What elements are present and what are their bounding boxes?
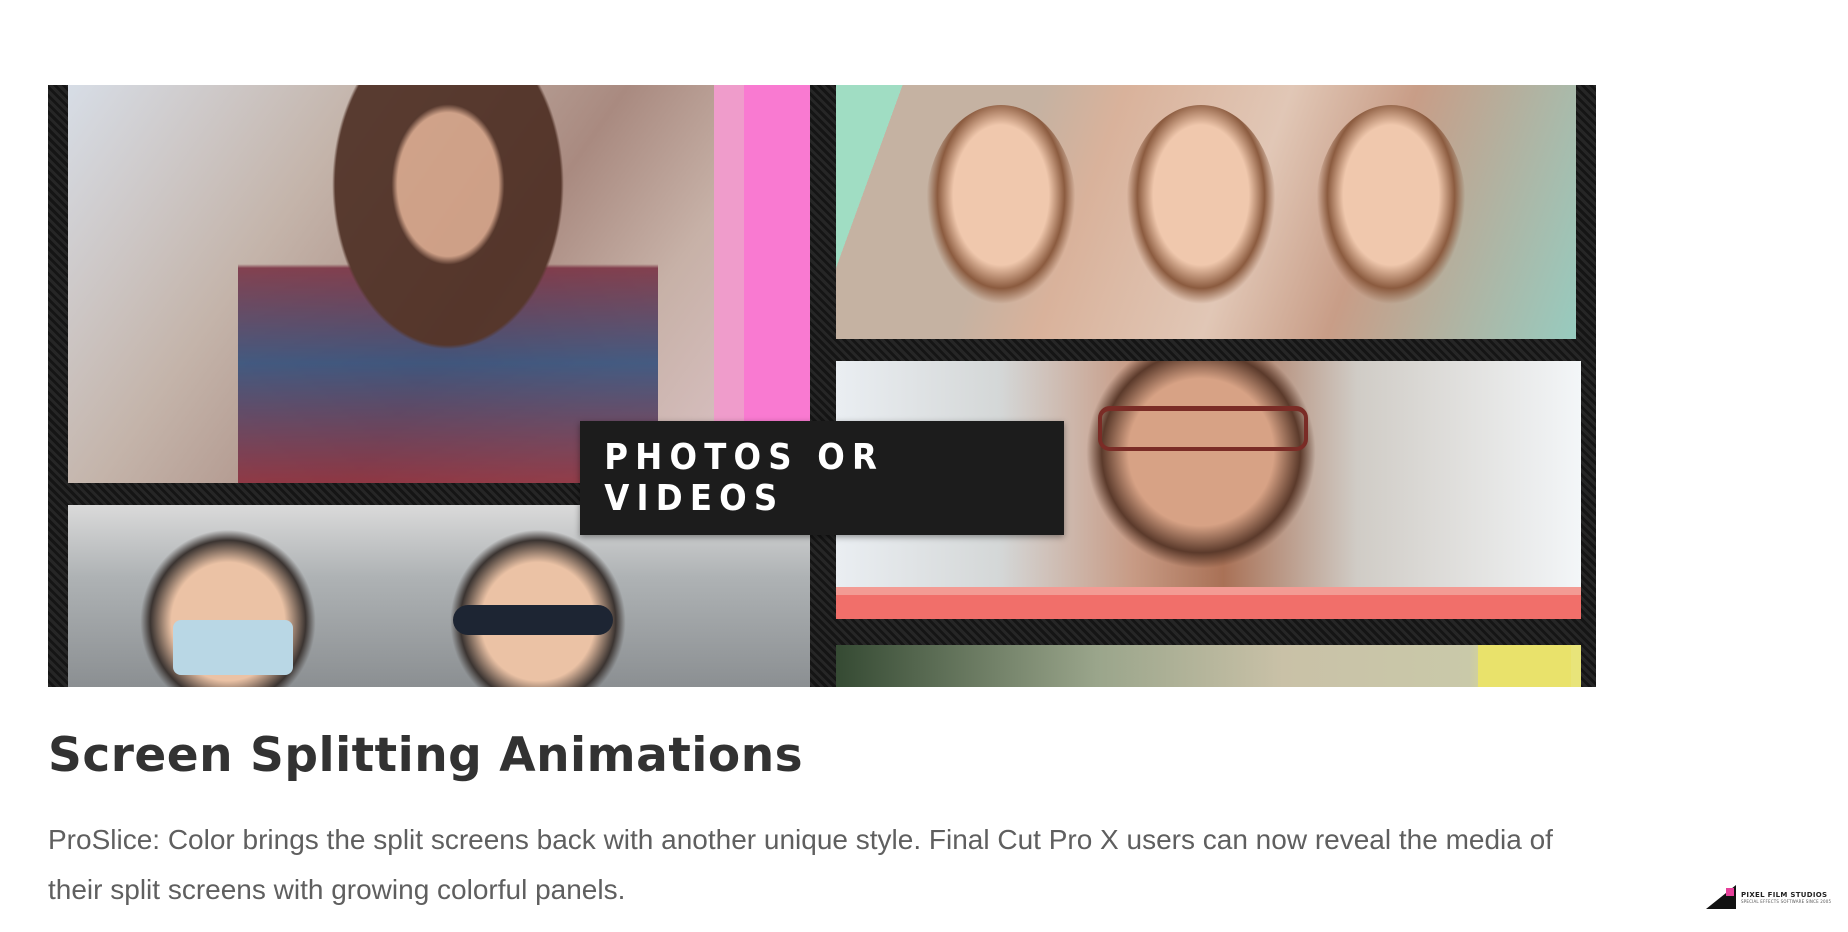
section-description: ProSlice: Color brings the split screens… — [48, 824, 1553, 905]
glasses — [1098, 406, 1308, 451]
logo-text: PIXEL FILM STUDIOS SPECIAL EFFECTS SOFTW… — [1741, 891, 1831, 904]
hero-preview-image: PHOTOS OR VIDEOS — [48, 85, 1596, 687]
photo-panel-three-women — [836, 85, 1576, 339]
film-logo-icon — [1706, 885, 1736, 909]
brand-name: PIXEL FILM STUDIOS — [1741, 890, 1828, 899]
coral-color-panel — [836, 595, 1581, 619]
sunglasses — [453, 605, 613, 635]
phone — [173, 620, 293, 675]
face — [1126, 105, 1276, 305]
overlay-label: PHOTOS OR VIDEOS — [580, 421, 1064, 535]
head — [438, 517, 638, 687]
face — [1316, 105, 1466, 305]
coral-color-panel-light — [836, 587, 1581, 595]
brand-tagline: SPECIAL EFFECTS SOFTWARE SINCE 2005 — [1741, 898, 1832, 904]
face — [1066, 361, 1336, 589]
photo-panel-bottom-right — [836, 645, 1581, 687]
pixel-film-studios-logo: PIXEL FILM STUDIOS SPECIAL EFFECTS SOFTW… — [1706, 885, 1836, 909]
face — [926, 105, 1076, 305]
yellow-color-panel — [1478, 645, 1571, 687]
overlay-label-text: PHOTOS OR VIDEOS — [604, 437, 885, 519]
section-title: Screen Splitting Animations — [48, 728, 804, 783]
